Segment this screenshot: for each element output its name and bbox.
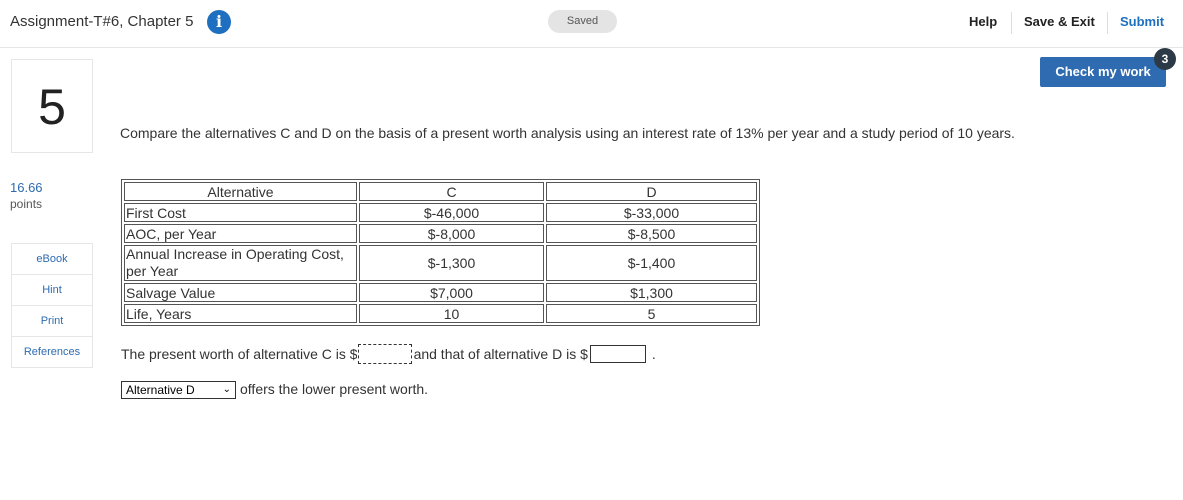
attempts-badge: 3 [1154, 48, 1176, 70]
divider [1011, 12, 1012, 34]
table-cell: $-8,500 [546, 224, 757, 243]
assignment-title: Assignment-T#6, Chapter 5 [10, 13, 194, 30]
choice-suffix: offers the lower present worth. [240, 381, 429, 397]
answer-c-prefix: The present worth of alternative C is $ [121, 346, 358, 362]
table-cell: $-1,300 [359, 245, 544, 281]
answer-d-prefix: and that of alternative D is $ [413, 346, 588, 362]
divider [1107, 12, 1108, 34]
submit-link[interactable]: Submit [1120, 14, 1164, 29]
alternative-select[interactable]: Alternative D ⌄ [121, 381, 236, 400]
table-header-cell: D [546, 182, 757, 201]
ebook-link[interactable]: eBook [12, 244, 92, 275]
table-header-cell: C [359, 182, 544, 201]
table-cell: 5 [546, 304, 757, 323]
present-worth-d-input[interactable] [589, 345, 646, 363]
points-label: points [10, 197, 43, 211]
answer-end: . [651, 346, 656, 362]
save-exit-link[interactable]: Save & Exit [1024, 14, 1095, 29]
chevron-down-icon: ⌄ [222, 384, 231, 396]
question-text: Compare the alternatives C and D on the … [120, 125, 1015, 141]
question-number-box: 5 [11, 59, 93, 153]
table-cell: 10 [359, 304, 544, 323]
table-header-row: Alternative C D [124, 182, 757, 201]
check-my-work-button[interactable]: Check my work [1040, 57, 1166, 87]
present-worth-c-input[interactable] [356, 343, 413, 365]
table-cell: $-8,000 [359, 224, 544, 243]
table-cell: $-46,000 [359, 203, 544, 222]
alternatives-table: Alternative C D First Cost $-46,000 $-33… [121, 179, 760, 326]
table-cell: AOC, per Year [124, 224, 357, 243]
alternative-select-value: Alternative D [126, 383, 195, 398]
help-link[interactable]: Help [969, 14, 997, 29]
table-header-cell: Alternative [124, 182, 357, 201]
table-row: AOC, per Year $-8,000 $-8,500 [124, 224, 757, 243]
top-bar: Assignment-T#6, Chapter 5 i Saved Help S… [0, 0, 1183, 48]
table-row: Life, Years 10 5 [124, 304, 757, 323]
info-icon[interactable]: i [207, 10, 231, 34]
answer-sentence: The present worth of alternative C is $ a… [121, 343, 656, 365]
table-cell: Life, Years [124, 304, 357, 323]
table-cell: $-1,400 [546, 245, 757, 281]
table-row: First Cost $-46,000 $-33,000 [124, 203, 757, 222]
print-link[interactable]: Print [12, 306, 92, 337]
table-cell: $1,300 [546, 283, 757, 302]
table-cell: Annual Increase in Operating Cost, per Y… [124, 245, 357, 281]
table-cell: Salvage Value [124, 283, 357, 302]
table-row: Annual Increase in Operating Cost, per Y… [124, 245, 757, 281]
side-menu: eBook Hint Print References [11, 243, 93, 368]
saved-status-badge: Saved [548, 10, 617, 33]
table-cell: $-33,000 [546, 203, 757, 222]
references-link[interactable]: References [12, 337, 92, 367]
choice-sentence: Alternative D ⌄ offers the lower present w… [121, 381, 429, 400]
table-cell: First Cost [124, 203, 357, 222]
question-number: 5 [38, 79, 66, 135]
hint-link[interactable]: Hint [12, 275, 92, 306]
points-value: 16.66 [10, 180, 43, 195]
table-row: Salvage Value $7,000 $1,300 [124, 283, 757, 302]
table-cell: $7,000 [359, 283, 544, 302]
